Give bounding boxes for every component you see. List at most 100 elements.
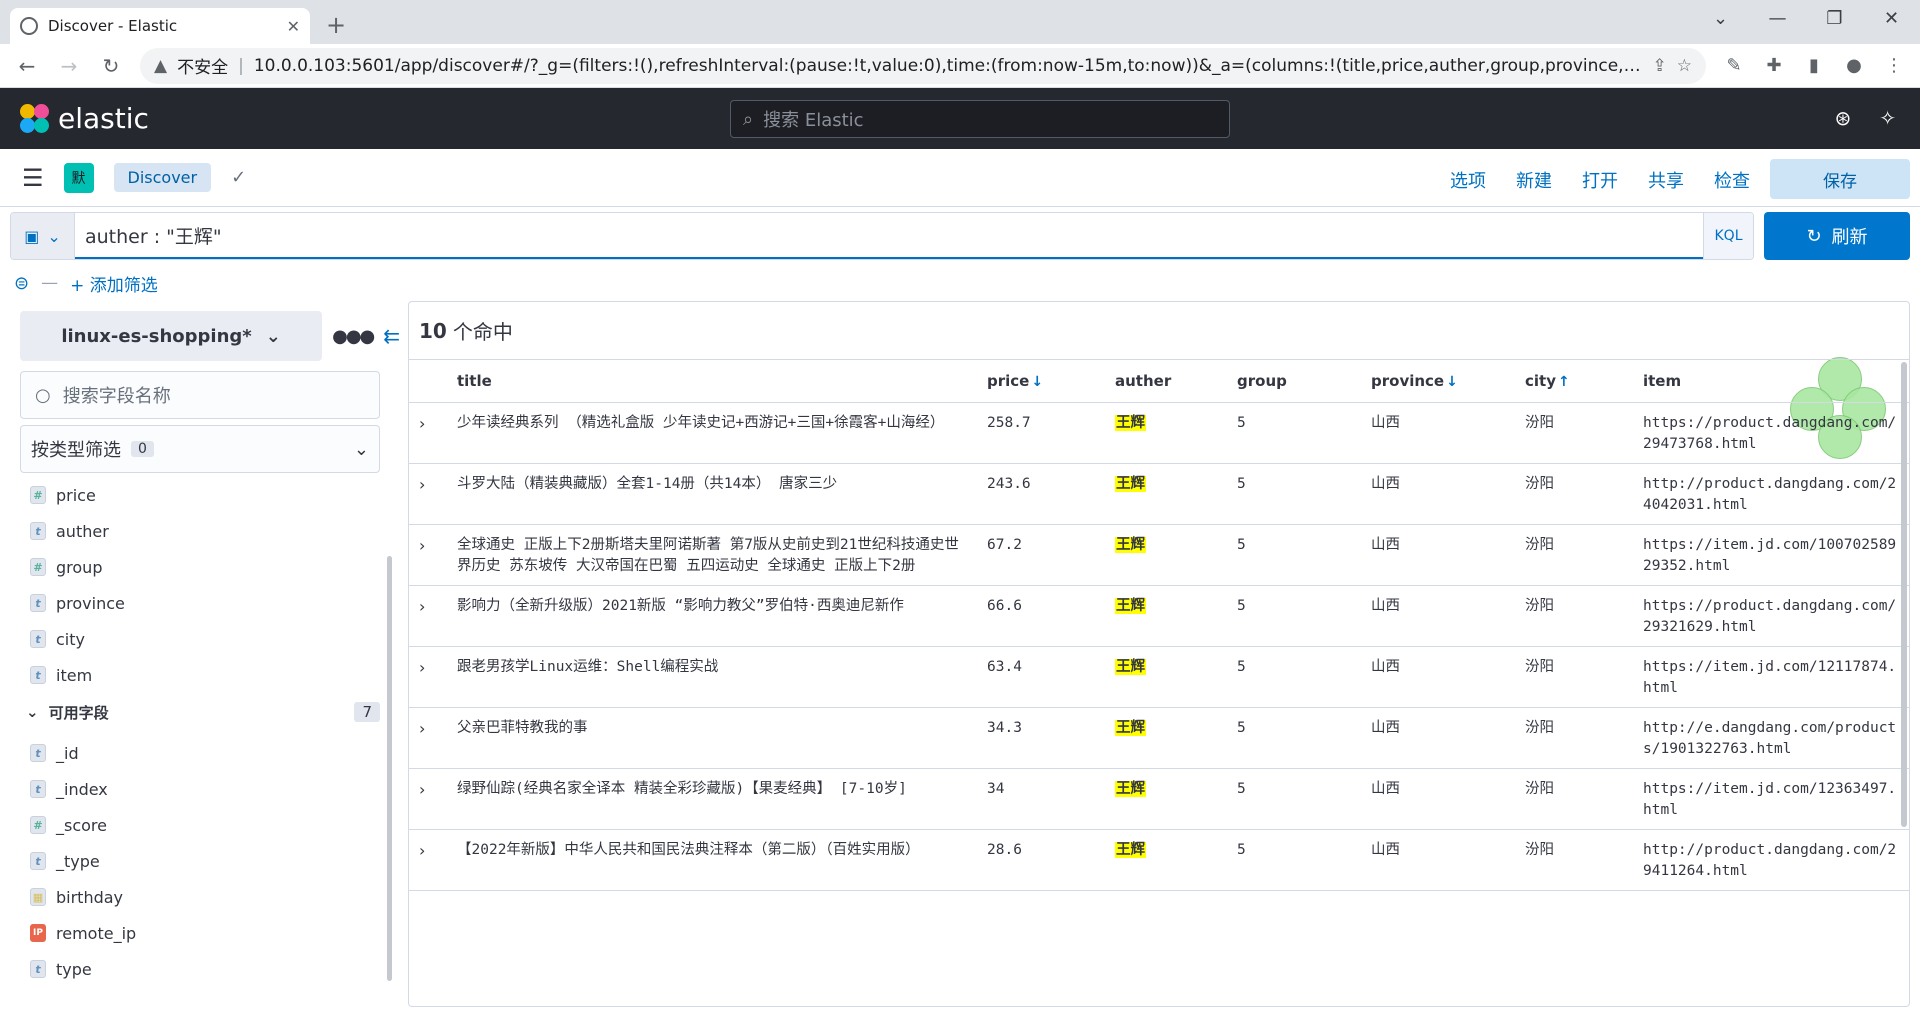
menu-inspect[interactable]: 检查 <box>1714 167 1750 193</box>
index-pattern-name: linux-es-shopping* <box>61 325 252 347</box>
discover-main: linux-es-shopping* ⌄ ●●● ⇇ ○ 搜索字段名称 按类型筛… <box>0 301 1920 1007</box>
column-header-title[interactable]: title <box>445 360 975 403</box>
elastic-logo[interactable]: elastic <box>20 102 149 135</box>
available-fields-header[interactable]: ⌄ 可用字段 7 <box>20 693 400 731</box>
expand-row-icon[interactable]: › <box>409 829 445 891</box>
field-item-birthday[interactable]: ▦ birthday <box>20 879 400 915</box>
field-item-city[interactable]: t city <box>20 621 400 657</box>
menu-options[interactable]: 选项 <box>1450 167 1486 193</box>
cell-auther: 王辉 <box>1103 646 1225 708</box>
app-menu-bar: ☰ 默 Discover ✓ 选项 新建 打开 共享 检查 保存 <box>0 149 1920 207</box>
field-type-string-icon: t <box>30 744 46 762</box>
cell-price: 34 <box>975 768 1103 830</box>
expand-row-icon[interactable]: › <box>409 524 445 586</box>
field-item-index[interactable]: t _index <box>20 771 400 807</box>
column-header-city[interactable]: city ↑ <box>1513 360 1631 403</box>
share-icon[interactable]: ⇪ <box>1653 56 1667 76</box>
field-item-province[interactable]: t province <box>20 585 400 621</box>
help-icon[interactable]: ⊛ <box>1834 106 1851 130</box>
menu-share[interactable]: 共享 <box>1648 167 1684 193</box>
add-filter-link[interactable]: + 添加筛选 <box>70 271 158 296</box>
browser-menu-icon[interactable]: ⋮ <box>1882 55 1906 76</box>
collapse-sidebar-icon[interactable]: ⇇ <box>383 324 400 348</box>
cell-value: https://item.jd.com/12363497.html <box>1643 780 1897 818</box>
highlighted-match: 王辉 <box>1115 536 1146 553</box>
column-header-label: item <box>1643 371 1682 390</box>
field-item-type[interactable]: t type <box>20 951 400 987</box>
sort-ascending-icon[interactable]: ↑ <box>1558 374 1570 390</box>
available-fields-list: t _id t _index # _score t _type ▦ birthday IP remot… <box>20 735 400 987</box>
breadcrumb[interactable]: Discover <box>113 163 212 192</box>
address-bar[interactable]: ▲ 不安全 | 10.0.0.103:5601/app/discover#/?_… <box>140 47 1706 84</box>
cell-auther: 王辉 <box>1103 585 1225 647</box>
field-item-remote_ip[interactable]: IP remote_ip <box>20 915 400 951</box>
expand-row-icon[interactable]: › <box>409 707 445 769</box>
extensions-puzzle-icon[interactable]: ✚ <box>1762 55 1786 76</box>
bookmark-star-icon[interactable]: ☆ <box>1677 56 1692 76</box>
expand-row-icon[interactable]: › <box>409 585 445 647</box>
cell-value: 山西 <box>1371 536 1400 553</box>
profile-avatar-icon[interactable]: ● <box>1842 55 1866 76</box>
field-item-auther[interactable]: t auther <box>20 513 400 549</box>
sidebar-scrollbar[interactable] <box>387 556 392 981</box>
security-label[interactable]: 不安全 <box>177 53 228 78</box>
table-header: title price ↓ auther group province ↓ city ↑ item <box>409 360 1909 403</box>
expand-row-icon[interactable]: › <box>409 768 445 830</box>
index-pattern-picker[interactable]: linux-es-shopping* ⌄ <box>20 311 323 361</box>
query-language-button[interactable]: KQL <box>1703 213 1753 259</box>
browser-tab[interactable]: Discover - Elastic ✕ <box>10 8 310 44</box>
field-item-price[interactable]: # price <box>20 477 400 513</box>
refresh-button[interactable]: ↻ 刷新 <box>1764 212 1910 260</box>
query-input[interactable]: auther : "王辉" <box>75 213 1703 259</box>
url-text[interactable]: 10.0.0.103:5601/app/discover#/?_g=(filte… <box>254 56 1643 76</box>
column-header-item[interactable]: item <box>1631 360 1909 403</box>
field-item-group[interactable]: # group <box>20 549 400 585</box>
cell-title: 少年读经典系列 （精选礼盒版 少年读史记+西游记+三国+徐霞客+山海经） <box>445 402 975 464</box>
new-tab-icon[interactable]: + <box>326 11 346 39</box>
menu-toggle-icon[interactable]: ☰ <box>22 164 44 192</box>
saved-query-button[interactable]: ▣ ⌄ <box>11 213 75 259</box>
restore-icon[interactable]: ❐ <box>1806 0 1863 40</box>
minimize-icon[interactable]: — <box>1749 0 1806 40</box>
elastic-logo-icon <box>20 103 50 134</box>
cell-city: 汾阳 <box>1513 402 1631 464</box>
forward-icon[interactable]: → <box>56 54 82 78</box>
cell-province: 山西 <box>1359 646 1513 708</box>
type-filter-button[interactable]: 按类型筛选 0 ⌄ <box>20 425 380 473</box>
close-window-icon[interactable]: ✕ <box>1863 0 1920 40</box>
field-item-item[interactable]: t item <box>20 657 400 693</box>
expand-row-icon[interactable]: › <box>409 463 445 525</box>
expand-row-icon[interactable]: › <box>409 646 445 708</box>
close-tab-icon[interactable]: ✕ <box>287 17 300 36</box>
menu-new[interactable]: 新建 <box>1516 167 1552 193</box>
reload-icon[interactable]: ↻ <box>98 54 124 78</box>
table-row: › 全球通史 正版上下2册斯塔夫里阿诺斯著 第7版从史前史到21世纪科技通史世界历… <box>409 524 1909 586</box>
cell-group: 5 <box>1225 829 1359 891</box>
cell-province: 山西 <box>1359 402 1513 464</box>
global-search-input[interactable]: ⌕ 搜索 Elastic <box>730 100 1230 138</box>
more-options-icon[interactable]: ●●● <box>332 326 375 347</box>
expand-row-icon[interactable]: › <box>409 402 445 464</box>
field-search-input[interactable]: ○ 搜索字段名称 <box>20 371 380 419</box>
results-scrollbar[interactable] <box>1901 362 1907 827</box>
column-header-auther[interactable]: auther <box>1103 360 1225 403</box>
field-item-score[interactable]: # _score <box>20 807 400 843</box>
sort-descending-icon[interactable]: ↓ <box>1031 374 1043 390</box>
space-avatar[interactable]: 默 <box>63 162 94 193</box>
tab-search-icon[interactable]: ⌄ <box>1692 0 1749 40</box>
column-header-group[interactable]: group <box>1225 360 1359 403</box>
sort-descending-icon[interactable]: ↓ <box>1446 374 1458 390</box>
extension-feather-icon[interactable]: ✎ <box>1722 55 1746 76</box>
highlighted-match: 王辉 <box>1115 719 1146 736</box>
field-item-id[interactable]: t _id <box>20 735 400 771</box>
column-header-province[interactable]: province ↓ <box>1359 360 1513 403</box>
sidepanel-icon[interactable]: ▮ <box>1802 55 1826 76</box>
warning-icon[interactable]: ▲ <box>154 56 167 76</box>
save-button[interactable]: 保存 <box>1770 159 1910 199</box>
back-icon[interactable]: ← <box>14 54 40 78</box>
menu-open[interactable]: 打开 <box>1582 167 1618 193</box>
filter-options-icon[interactable]: ⊜ <box>14 273 29 294</box>
field-item-type[interactable]: t _type <box>20 843 400 879</box>
newsfeed-icon[interactable]: ✧ <box>1879 106 1896 130</box>
column-header-price[interactable]: price ↓ <box>975 360 1103 403</box>
